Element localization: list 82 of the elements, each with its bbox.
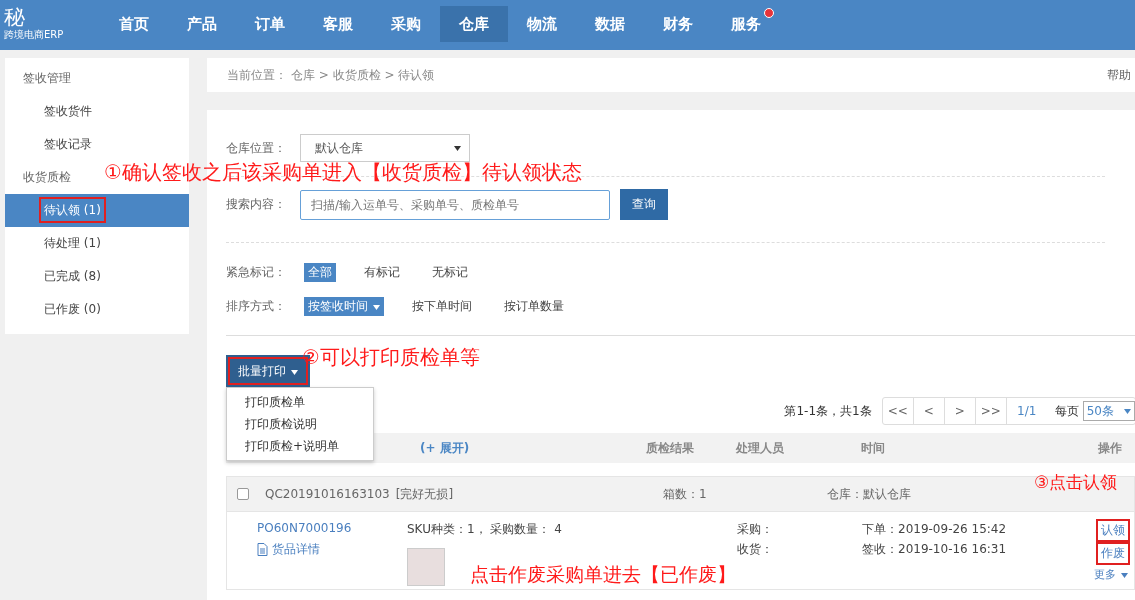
field-label: 排序方式： (226, 297, 287, 315)
nav-tab[interactable]: 数据 (576, 6, 644, 42)
filter-option[interactable]: 有标记 (360, 262, 404, 282)
sidebar-item-label: 已完成 (8) (43, 268, 102, 285)
action-link[interactable]: 作废 (1098, 544, 1128, 563)
field-label: 紧急标记： (226, 263, 287, 281)
sidebar-item-label: 待处理 (1) (43, 235, 102, 252)
caret-icon (291, 369, 298, 375)
inspection-status: [完好无损] (395, 485, 454, 503)
sidebar-item-label: 签收货件 (43, 103, 93, 120)
nav-tab[interactable]: 仓库 (440, 6, 508, 42)
nav-tab[interactable]: 订单 (236, 6, 304, 42)
sidebar-group-title: 签收管理 (22, 70, 72, 87)
filter-option[interactable]: 全部 (304, 262, 336, 282)
column-header: 操作 (1097, 439, 1123, 457)
nav-tab[interactable]: 服务 (712, 6, 780, 42)
logo-subtitle: 跨境电商ERP (4, 28, 64, 42)
document-icon (257, 543, 268, 556)
page-button[interactable]: < (913, 398, 945, 424)
sku-summary: SKU种类：1， 采购数量： 4 (407, 521, 563, 538)
purchase-order-link[interactable]: PO60N7000196 (257, 521, 407, 535)
breadcrumb-path: 仓库 > 收货质检 > 待认领 (291, 66, 435, 84)
nav-tab[interactable]: 财务 (644, 6, 712, 42)
box-count: 箱数：1 (663, 485, 707, 503)
sort-option[interactable]: 按订单数量 (500, 296, 568, 316)
sidebar-group-title: 收货质检 (22, 169, 72, 186)
menu-item[interactable]: 打印质检+说明单 (227, 435, 373, 457)
photo-placeholder (407, 548, 445, 586)
sidebar-item[interactable]: 待处理 (1) (5, 227, 189, 260)
more-link[interactable]: 更多 (1094, 567, 1128, 582)
breadcrumb-label: 当前位置： (227, 66, 287, 84)
page-button[interactable]: >> (975, 398, 1007, 424)
nav-tab[interactable]: 产品 (168, 6, 236, 42)
sidebar-item-label: 待认领 (1) (41, 199, 104, 221)
menu-item[interactable]: 打印质检说明 (227, 413, 373, 435)
sort-option[interactable]: 按下单时间 (408, 296, 476, 316)
per-page-select[interactable]: 50条 (1082, 401, 1135, 421)
sidebar-item[interactable]: 待认领 (1) (5, 194, 189, 227)
action-link[interactable]: 认领 (1098, 521, 1128, 540)
sidebar-item[interactable]: 已完成 (8) (5, 260, 189, 293)
purchaser-label: 采购： (737, 521, 774, 537)
page-button[interactable]: << (882, 398, 914, 424)
nav-tab[interactable]: 物流 (508, 6, 576, 42)
logo-text: 秘 (4, 6, 25, 28)
sidebar-item-label: 已作废 (0) (43, 301, 102, 318)
caret-icon (373, 304, 380, 310)
sign-time: 签收：2019-10-16 16:31 (862, 541, 1008, 557)
menu-item[interactable]: 打印质检单 (227, 391, 373, 413)
warehouse-text: 仓库：默认仓库 (826, 485, 911, 503)
search-field[interactable]: 扫描/输入运单号、采购单号、质检单号 (300, 189, 610, 220)
column-header: 质检结果 (646, 439, 695, 457)
column-header: 时间 (861, 439, 886, 457)
receiver-label: 收货： (737, 541, 774, 557)
nav-tab[interactable]: 首页 (100, 6, 168, 42)
sidebar-item-label: 签收记录 (43, 136, 93, 153)
caret-icon (454, 145, 461, 151)
column-header: 处理人员 (736, 439, 785, 457)
details-link[interactable]: 货品详情 (257, 541, 407, 558)
page-button[interactable]: > (944, 398, 976, 424)
page-indicator[interactable]: 1/1 (1006, 398, 1047, 424)
search-button[interactable]: 查询 (620, 189, 668, 220)
annotation-text: ①确认签收之后该采购单进入【收货质检】待认领状态 (104, 159, 582, 186)
sidebar-item[interactable]: 签收记录 (5, 128, 189, 161)
nav-tab[interactable]: 采购 (372, 6, 440, 42)
annotation-text: ③点击认领 (1034, 471, 1118, 494)
per-page-label: 每页 (1054, 402, 1079, 420)
warehouse-select[interactable]: 默认仓库 (300, 134, 470, 162)
caret-icon (1121, 573, 1128, 578)
sort-option[interactable]: 按签收时间 (304, 296, 384, 316)
sidebar-item[interactable]: 已作废 (0) (5, 293, 189, 326)
checkbox[interactable] (237, 488, 249, 500)
nav-tab[interactable]: 客服 (304, 6, 372, 42)
inspection-number: QC20191016163103 (265, 487, 390, 501)
field-label: 搜索内容： (226, 196, 287, 213)
field-label: 仓库位置： (226, 139, 287, 157)
filter-option[interactable]: 无标记 (428, 262, 472, 282)
help-link[interactable]: 帮助 (1107, 66, 1131, 84)
sidebar-item[interactable]: 签收货件 (5, 95, 189, 128)
annotation-text: 点击作废采购单进去【已作废】 (470, 562, 736, 587)
order-time: 下单：2019-09-26 15:42 (862, 521, 1008, 537)
caret-icon (1124, 408, 1131, 414)
pagination-summary: 第1-1条，共1条 (784, 402, 872, 420)
